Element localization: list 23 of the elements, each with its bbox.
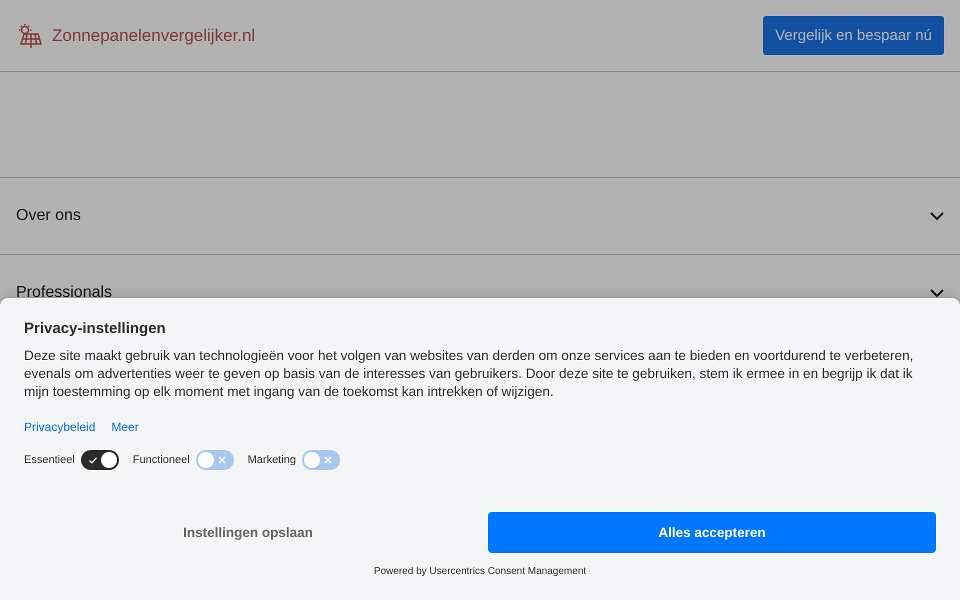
accordion-header[interactable]: Professionals — [16, 284, 112, 302]
toggle-switch[interactable] — [302, 450, 340, 470]
solar-panel-icon — [16, 22, 44, 50]
accept-all-button[interactable]: Alles accepteren — [488, 512, 936, 553]
toggle-label: Marketing — [248, 454, 296, 466]
accordion-header[interactable]: Over ons — [16, 207, 81, 225]
link[interactable]: Privacybeleid — [24, 420, 96, 434]
cross-icon — [322, 455, 333, 465]
cross-icon — [216, 455, 227, 465]
toggle-label: Functioneel — [132, 454, 190, 466]
site-logo[interactable]: Zonnepanelenvergelijker.nl — [52, 26, 256, 46]
save-settings-button[interactable]: Instellingen opslaan — [24, 512, 472, 553]
link[interactable]: Meer — [111, 420, 139, 434]
dialog-text: Deze site maakt gebruik van technologieën voor het volgen van websites van derden om onze services aan te bieden en voortdurend te verbeteren, evenals om advertenties weer te geven op basis van de interesses van gebruikers. Door deze site te gebruiken, stem ik ermee in en begrijp ik dat ik mijn toestemming op elk moment met ingang van de toekomst kan intrekken of wijzigen. — [24, 347, 914, 401]
chevron-icon[interactable] — [930, 212, 944, 220]
toggle-label: Essentieel — [24, 454, 75, 466]
check-icon — [88, 455, 98, 465]
compare-button[interactable]: Vergelijk en bespaar nú — [763, 16, 944, 55]
dialog-title: Privacy-instellingen — [24, 320, 167, 337]
toggle-switch[interactable] — [80, 450, 119, 470]
powered-by-text: Powered by Usercentrics Consent Management — [372, 566, 588, 577]
chevron-icon[interactable] — [930, 288, 944, 298]
toggle-switch[interactable] — [196, 450, 234, 470]
